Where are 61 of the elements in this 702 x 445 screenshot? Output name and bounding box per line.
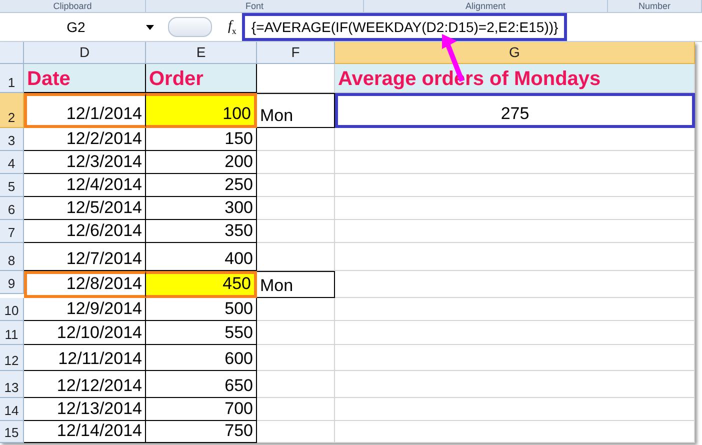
caret-icon[interactable] (146, 24, 154, 30)
table-cell: 12/8/2014 (24, 271, 146, 298)
formula-field[interactable]: {=AVERAGE(IF(WEEKDAY(D2:D15)=2,E2:E15))} (242, 13, 568, 41)
table-cell: Order (146, 64, 257, 93)
table-cell: 12/5/2014 (24, 197, 146, 220)
table-cell: 200 (146, 151, 257, 174)
table-cell: 750 (146, 421, 257, 443)
row-header[interactable]: 2 (0, 93, 24, 128)
row-header[interactable]: 9 (0, 271, 24, 294)
row-header[interactable]: 7 (0, 220, 24, 243)
table-cell: 12/7/2014 (24, 243, 146, 271)
row-header[interactable]: 10 (0, 298, 24, 321)
column-header[interactable]: F (257, 42, 335, 64)
table-cell: 12/12/2014 (24, 371, 146, 398)
table-cell: 12/14/2014 (24, 421, 146, 443)
table-cell: 12/4/2014 (24, 174, 146, 197)
table-cell: Mon (257, 271, 335, 298)
ribbon-group-label: Font (146, 0, 364, 12)
ribbon-group-label: Number (608, 0, 702, 12)
table-cell: 12/2/2014 (24, 128, 146, 151)
table-cell: 100 (146, 93, 257, 128)
column-header[interactable]: G (335, 42, 695, 64)
table-cell: 450 (146, 271, 257, 298)
table-cell: 12/10/2014 (24, 321, 146, 345)
row-header[interactable]: 12 (0, 345, 24, 371)
table-cell: Mon (257, 93, 335, 128)
row-header[interactable]: 6 (0, 197, 24, 220)
row-header[interactable]: 1 (0, 64, 24, 93)
column-header[interactable]: D (24, 42, 146, 64)
table-cell: 12/6/2014 (24, 220, 146, 243)
insert-function-button[interactable]: f$_{x}$ (228, 18, 236, 36)
row-header[interactable]: 4 (0, 151, 24, 174)
table-cell: 350 (146, 220, 257, 243)
name-box[interactable]: G2 (0, 19, 142, 35)
table-cell: 500 (146, 298, 257, 321)
row-header[interactable]: 11 (0, 321, 24, 345)
table-cell: 12/1/2014 (24, 93, 146, 128)
table-cell: 700 (146, 398, 257, 421)
table-cell: Date (24, 64, 146, 93)
row-header[interactable]: 13 (0, 371, 24, 398)
active-cell[interactable]: 275 (335, 93, 695, 128)
table-cell: 250 (146, 174, 257, 197)
row-header[interactable]: 14 (0, 398, 24, 421)
row-header[interactable]: 5 (0, 174, 24, 197)
column-header[interactable]: E (146, 42, 257, 64)
table-cell: 550 (146, 321, 257, 345)
table-cell: 300 (146, 197, 257, 220)
ribbon-group-label: Alignment (364, 0, 608, 12)
table-cell: 12/11/2014 (24, 345, 146, 371)
row-header[interactable]: 8 (0, 243, 24, 271)
table-cell: 12/9/2014 (24, 298, 146, 321)
row-header[interactable]: 15 (0, 421, 24, 443)
table-cell: 12/13/2014 (24, 398, 146, 421)
select-all-corner[interactable] (0, 42, 24, 64)
table-cell: 600 (146, 345, 257, 371)
row-header[interactable]: 3 (0, 128, 24, 151)
resize-handle[interactable] (168, 17, 212, 37)
table-cell: 12/3/2014 (24, 151, 146, 174)
table-cell: 150 (146, 128, 257, 151)
ribbon-group-label: Clipboard (0, 0, 146, 12)
table-cell: 650 (146, 371, 257, 398)
